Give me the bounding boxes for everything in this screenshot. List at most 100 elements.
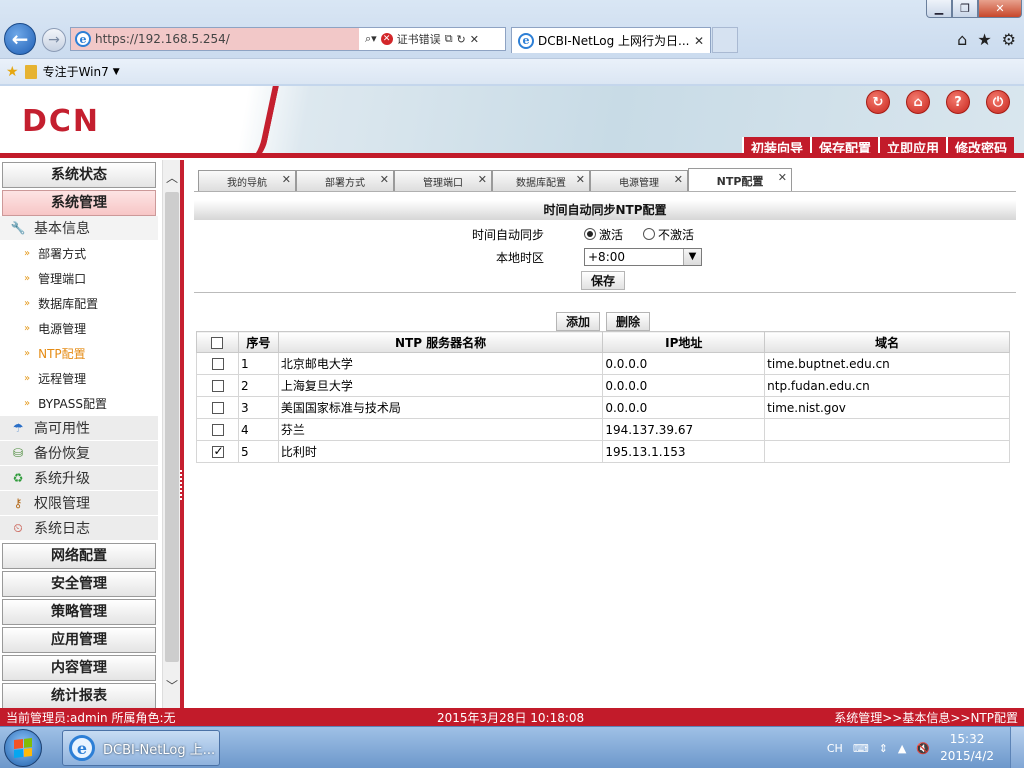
row-select-cell[interactable] bbox=[196, 374, 239, 397]
home-icon[interactable]: ⌂ bbox=[957, 30, 967, 49]
forward-button[interactable]: → bbox=[42, 28, 66, 52]
chevron-down-icon[interactable]: ▼ bbox=[113, 67, 120, 77]
favorites-item[interactable]: 专注于Win7 bbox=[43, 63, 109, 80]
show-desktop-button[interactable] bbox=[1010, 727, 1024, 768]
logout-icon[interactable]: ⏻ bbox=[986, 90, 1010, 114]
sidebar-leaf-bypass[interactable]: » BYPASS配置 bbox=[0, 391, 158, 416]
save-button[interactable]: 保存 bbox=[581, 270, 626, 290]
table-row[interactable]: 2 上海复旦大学 0.0.0.0 ntp.fudan.edu.cn bbox=[196, 374, 1010, 397]
table-row[interactable]: 5比利时195.13.1.153 bbox=[196, 440, 1010, 463]
row-checkbox[interactable] bbox=[212, 380, 225, 392]
close-icon[interactable]: ✕ bbox=[282, 173, 291, 186]
sidebar-sub-log[interactable]: ⏲ 系统日志 bbox=[0, 516, 158, 541]
tray-clock[interactable]: 15:32 2015/4/2 bbox=[940, 731, 994, 765]
tab-close-icon[interactable]: ✕ bbox=[694, 34, 704, 48]
start-button[interactable] bbox=[4, 729, 42, 767]
tab-ntp[interactable]: NTP配置 ✕ bbox=[688, 168, 792, 192]
home-icon[interactable]: ⌂ bbox=[906, 90, 930, 114]
sidebar-sub-upgrade[interactable]: ♻ 系统升级 bbox=[0, 466, 158, 491]
chevron-up-icon[interactable]: ︿ bbox=[163, 168, 181, 188]
maximize-button[interactable]: ❐ bbox=[952, 0, 978, 18]
sidebar-sub-permission[interactable]: ⚷ 权限管理 bbox=[0, 491, 158, 516]
sidebar-sub-backup[interactable]: ⛁ 备份恢复 bbox=[0, 441, 158, 466]
add-button[interactable]: 添加 bbox=[556, 312, 601, 331]
cert-error-label[interactable]: 证书错误 bbox=[397, 31, 441, 47]
sidebar-cat-application[interactable]: 应用管理 bbox=[2, 627, 156, 653]
sidebar-leaf-deploy[interactable]: » 部署方式 bbox=[0, 241, 158, 266]
close-icon[interactable]: ✕ bbox=[576, 173, 585, 186]
tab-power[interactable]: 电源管理 ✕ bbox=[590, 170, 688, 192]
sidebar-splitter[interactable] bbox=[180, 160, 184, 708]
row-checkbox[interactable] bbox=[212, 358, 225, 370]
chevron-down-icon[interactable]: ﹀ bbox=[163, 676, 181, 696]
new-tab-button[interactable] bbox=[712, 27, 738, 53]
close-icon[interactable]: ✕ bbox=[380, 173, 389, 186]
sidebar-cat-status[interactable]: 系统状态 bbox=[2, 162, 156, 188]
taskbar-ie-item[interactable]: e DCBI-NetLog 上... bbox=[62, 730, 220, 766]
tray-expand-icon[interactable]: ▲ bbox=[898, 742, 906, 755]
sidebar-leaf-mgmt-port[interactable]: » 管理端口 bbox=[0, 266, 158, 291]
sidebar-cat-reports[interactable]: 统计报表 bbox=[2, 683, 156, 708]
sidebar-cat-security[interactable]: 安全管理 bbox=[2, 571, 156, 597]
row-checkbox[interactable] bbox=[212, 402, 225, 414]
sidebar-cat-network[interactable]: 网络配置 bbox=[2, 543, 156, 569]
radio-on-circle[interactable] bbox=[584, 228, 596, 240]
keyboard-icon[interactable]: ⌨ bbox=[853, 742, 869, 755]
row-select-cell[interactable] bbox=[196, 418, 239, 441]
sidebar-cat-content[interactable]: 内容管理 bbox=[2, 655, 156, 681]
compat-icon[interactable]: ⧉ bbox=[445, 32, 453, 46]
refresh-icon[interactable]: ↻ bbox=[866, 90, 890, 114]
favorites-star-icon[interactable]: ★ bbox=[977, 30, 991, 49]
cert-error-icon[interactable]: ✕ bbox=[380, 33, 393, 45]
search-icon[interactable]: ⌕▾ bbox=[365, 32, 377, 46]
sidebar-sub-ha[interactable]: ☂ 高可用性 bbox=[0, 416, 158, 441]
close-icon[interactable]: ✕ bbox=[478, 173, 487, 186]
sync-on-radio[interactable]: 激活 bbox=[584, 226, 623, 243]
minimize-button[interactable]: ▁ bbox=[926, 0, 952, 18]
scrollbar-thumb[interactable] bbox=[165, 192, 179, 662]
sidebar-cat-policy[interactable]: 策略管理 bbox=[2, 599, 156, 625]
close-window-button[interactable]: ✕ bbox=[978, 0, 1022, 18]
tab-deploy[interactable]: 部署方式 ✕ bbox=[296, 170, 394, 192]
chevron-down-icon[interactable]: ▼ bbox=[683, 249, 701, 265]
sidebar-leaf-power[interactable]: » 电源管理 bbox=[0, 316, 158, 341]
sidebar-leaf-remote[interactable]: » 远程管理 bbox=[0, 366, 158, 391]
sync-off-radio[interactable]: 不激活 bbox=[643, 226, 694, 243]
browser-tab[interactable]: e DCBI-NetLog 上网行为日... ✕ bbox=[511, 27, 711, 53]
sidebar-leaf-database[interactable]: » 数据库配置 bbox=[0, 291, 158, 316]
tab-mgmt-port[interactable]: 管理端口 ✕ bbox=[394, 170, 492, 192]
address-bar[interactable]: e https://192.168.5.254/ ⌕▾ ✕ 证书错误 ⧉ ↻ ✕ bbox=[70, 27, 506, 51]
tab-database[interactable]: 数据库配置 ✕ bbox=[492, 170, 590, 192]
volume-muted-icon[interactable]: 🔇 bbox=[916, 742, 930, 755]
table-row[interactable]: 3 美国国家标准与技术局 0.0.0.0 time.nist.gov bbox=[196, 396, 1010, 419]
table-row[interactable]: 4 芬兰 194.137.39.67 bbox=[196, 418, 1010, 441]
select-all-checkbox[interactable] bbox=[211, 336, 224, 349]
splitter-handle[interactable] bbox=[180, 470, 184, 500]
radio-off-circle[interactable] bbox=[643, 228, 656, 240]
ime-icon[interactable]: ⇕ bbox=[879, 742, 888, 755]
gear-icon[interactable]: ⚙ bbox=[1002, 30, 1016, 49]
help-icon[interactable]: ? bbox=[946, 90, 970, 114]
delete-button[interactable]: 删除 bbox=[606, 312, 651, 331]
row-checkbox[interactable] bbox=[212, 444, 225, 458]
stop-icon[interactable]: ✕ bbox=[470, 33, 479, 46]
language-indicator[interactable]: CH bbox=[827, 742, 843, 755]
row-select-cell[interactable] bbox=[196, 440, 239, 463]
row-select-cell[interactable] bbox=[196, 396, 239, 419]
select-all-header[interactable] bbox=[196, 331, 239, 353]
add-favorite-icon[interactable]: ★ bbox=[6, 64, 19, 80]
timezone-select[interactable]: +8:00 ▼ bbox=[584, 248, 702, 266]
refresh-icon[interactable]: ↻ bbox=[457, 33, 466, 46]
sidebar-scrollbar[interactable]: ︿ ﹀ bbox=[162, 160, 180, 708]
row-checkbox[interactable] bbox=[212, 424, 225, 436]
close-icon[interactable]: ✕ bbox=[674, 173, 683, 186]
table-row[interactable]: 1 北京邮电大学 0.0.0.0 time.buptnet.edu.cn bbox=[196, 352, 1010, 375]
sidebar-leaf-ntp[interactable]: » NTP配置 bbox=[0, 341, 158, 366]
url-area[interactable]: e https://192.168.5.254/ bbox=[71, 28, 359, 50]
sidebar-sub-basic[interactable]: 🔧 基本信息 bbox=[0, 216, 158, 241]
tab-my-nav[interactable]: 我的导航 ✕ bbox=[198, 170, 296, 192]
close-icon[interactable]: ✕ bbox=[778, 171, 787, 184]
row-select-cell[interactable] bbox=[196, 352, 239, 375]
back-button[interactable]: ← bbox=[4, 23, 36, 55]
sidebar-cat-system[interactable]: 系统管理 bbox=[2, 190, 156, 216]
